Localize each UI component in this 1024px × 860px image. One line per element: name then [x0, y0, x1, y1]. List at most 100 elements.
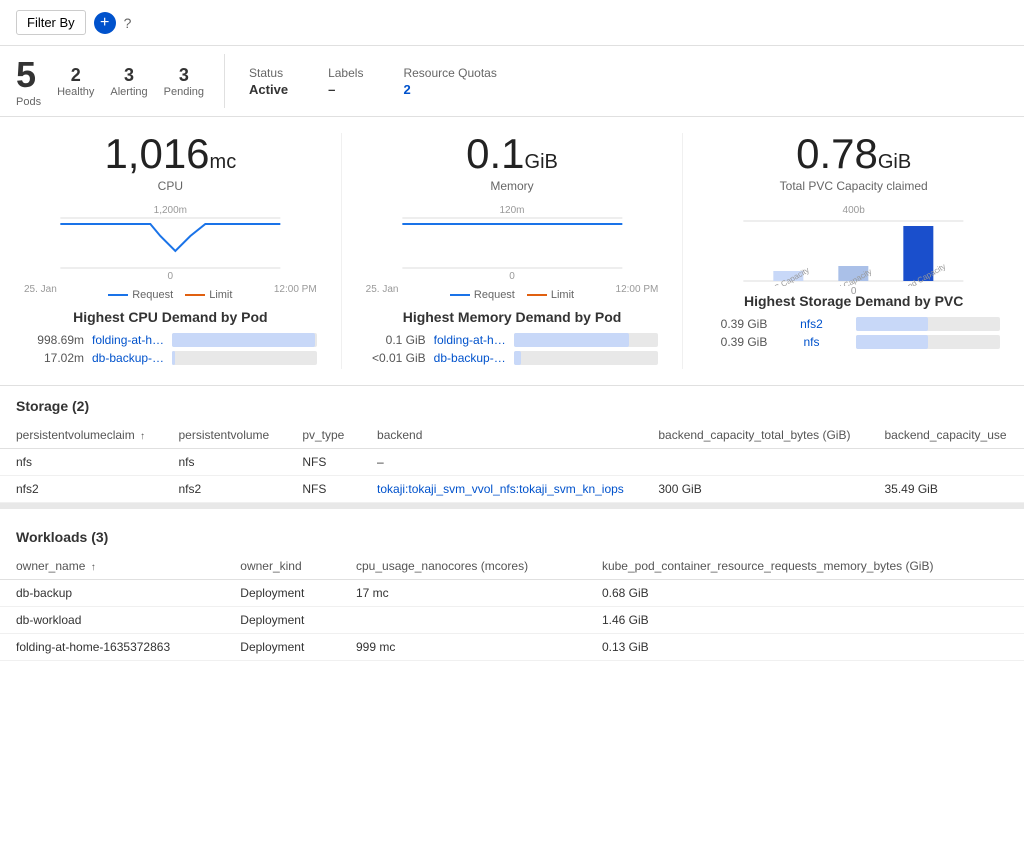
workload-row-2: folding-at-home-1635372863 Deployment 99…: [0, 634, 1024, 661]
filter-by-button[interactable]: Filter By: [16, 10, 86, 35]
labels-meta: Labels –: [328, 66, 363, 97]
storage-label: Total PVC Capacity claimed: [707, 179, 1000, 193]
col-usage[interactable]: backend_capacity_use: [868, 422, 1024, 449]
pending-count: 3: [164, 65, 204, 86]
pods-count-block: 5 Pods: [16, 54, 41, 108]
labels-value: –: [328, 82, 363, 97]
metrics-section: 1,016mc CPU 1,200m 0 25. Jan 12:00 PM Re…: [0, 117, 1024, 386]
status-value: Active: [249, 82, 288, 97]
pods-count: 5: [16, 54, 41, 96]
cpu-time-labels: 25. Jan 12:00 PM: [24, 284, 317, 295]
quotas-meta: Resource Quotas 2: [403, 66, 496, 97]
cpu-demand-row-0: 998.69m folding-at-home-16353…: [24, 333, 317, 347]
cpu-chart: 1,200m 0 25. Jan 12:00 PM: [24, 205, 317, 285]
summary-bar: 5 Pods 2 Healthy 3 Alerting 3 Pending St…: [0, 46, 1024, 117]
storage-demand-row-1: 0.39 GiB nfs: [707, 335, 1000, 349]
col-owner-kind[interactable]: owner_kind: [224, 553, 340, 580]
workload-mem-2: 0.13 GiB: [586, 634, 1024, 661]
status-label: Status: [249, 66, 288, 80]
pv-name-1: nfs2: [163, 476, 287, 503]
capacity-1: 300 GiB: [642, 476, 868, 503]
col-pv[interactable]: persistentvolume: [163, 422, 287, 449]
col-pvc[interactable]: persistentvolumeclaim ↑: [0, 422, 163, 449]
storage-y-top: 400b: [707, 205, 1000, 216]
memory-time-labels: 25. Jan 12:00 PM: [366, 284, 659, 295]
pending-stat: 3 Pending: [164, 65, 204, 98]
col-backend[interactable]: backend: [361, 422, 642, 449]
pvc-name-0: nfs: [0, 449, 163, 476]
top-bar: Filter By + ?: [0, 0, 1024, 46]
storage-row-0: nfs nfs NFS –: [0, 449, 1024, 476]
workload-name-1: db-workload: [0, 607, 224, 634]
pods-summary: 5 Pods 2 Healthy 3 Alerting 3 Pending: [16, 54, 225, 108]
alerting-label: Alerting: [110, 86, 147, 98]
workload-mem-0: 0.68 GiB: [586, 580, 1024, 607]
pvtype-1: NFS: [286, 476, 361, 503]
cpu-label: CPU: [24, 179, 317, 193]
svg-text:PVC Capacity: PVC Capacity: [764, 265, 812, 286]
capacity-0: [642, 449, 868, 476]
meta-items: Status Active Labels – Resource Quotas 2: [249, 54, 497, 108]
col-memory-usage[interactable]: kube_pod_container_resource_requests_mem…: [586, 553, 1024, 580]
healthy-stat: 2 Healthy: [57, 65, 94, 98]
help-button[interactable]: ?: [124, 15, 132, 31]
col-cpu-usage[interactable]: cpu_usage_nanocores (mcores): [340, 553, 586, 580]
scrollbar[interactable]: [0, 503, 1024, 509]
memory-demand-row-0: 0.1 GiB folding-at-home-16353…: [366, 333, 659, 347]
pv-name-0: nfs: [163, 449, 287, 476]
workload-kind-1: Deployment: [224, 607, 340, 634]
quotas-label: Resource Quotas: [403, 66, 496, 80]
memory-demand-title: Highest Memory Demand by Pod: [366, 309, 659, 325]
workload-name-0: db-backup: [0, 580, 224, 607]
backend-0: –: [361, 449, 642, 476]
healthy-label: Healthy: [57, 86, 94, 98]
memory-y-top: 120m: [366, 205, 659, 216]
pvtype-0: NFS: [286, 449, 361, 476]
storage-table: persistentvolumeclaim ↑ persistentvolume…: [0, 422, 1024, 503]
cpu-demand-title: Highest CPU Demand by Pod: [24, 309, 317, 325]
cpu-demand: Highest CPU Demand by Pod 998.69m foldin…: [24, 309, 317, 365]
col-owner-name[interactable]: owner_name ↑: [0, 553, 224, 580]
pods-label: Pods: [16, 96, 41, 108]
storage-section-title: Storage (2): [0, 386, 1024, 422]
workload-row-1: db-workload Deployment 1.46 GiB: [0, 607, 1024, 634]
workloads-table: owner_name ↑ owner_kind cpu_usage_nanoco…: [0, 553, 1024, 661]
memory-metric: 0.1GiB Memory 120m 0 25. Jan 12:00 PM Re…: [342, 133, 684, 369]
status-meta: Status Active: [249, 66, 288, 97]
pending-label: Pending: [164, 86, 204, 98]
cpu-metric: 1,016mc CPU 1,200m 0 25. Jan 12:00 PM Re…: [0, 133, 342, 369]
backend-1[interactable]: tokaji:tokaji_svm_vvol_nfs:tokaji_svm_kn…: [361, 476, 642, 503]
add-filter-button[interactable]: +: [94, 12, 116, 34]
usage-0: [868, 449, 1024, 476]
alerting-stat: 3 Alerting: [110, 65, 147, 98]
usage-1: 35.49 GiB: [868, 476, 1024, 503]
memory-demand-row-1: <0.01 GiB db-backup-85447c776…: [366, 351, 659, 365]
storage-y-bottom: 0: [707, 286, 1000, 297]
quotas-value[interactable]: 2: [403, 82, 496, 97]
storage-demand-row-0: 0.39 GiB nfs2: [707, 317, 1000, 331]
cpu-y-bottom: 0: [24, 271, 317, 282]
storage-value: 0.78GiB: [707, 133, 1000, 175]
col-pvtype[interactable]: pv_type: [286, 422, 361, 449]
memory-y-bottom: 0: [366, 271, 659, 282]
workloads-section-title: Workloads (3): [0, 517, 1024, 553]
cpu-y-top: 1,200m: [24, 205, 317, 216]
pvc-name-1: nfs2: [0, 476, 163, 503]
workload-cpu-1: [340, 607, 586, 634]
memory-label: Memory: [366, 179, 659, 193]
storage-row-1: nfs2 nfs2 NFS tokaji:tokaji_svm_vvol_nfs…: [0, 476, 1024, 503]
col-capacity[interactable]: backend_capacity_total_bytes (GiB): [642, 422, 868, 449]
workloads-section: Workloads (3) owner_name ↑ owner_kind cp…: [0, 517, 1024, 661]
workload-cpu-0: 17 mc: [340, 580, 586, 607]
workload-row-0: db-backup Deployment 17 mc 0.68 GiB: [0, 580, 1024, 607]
workload-kind-2: Deployment: [224, 634, 340, 661]
memory-value: 0.1GiB: [366, 133, 659, 175]
workload-cpu-2: 999 mc: [340, 634, 586, 661]
workload-mem-1: 1.46 GiB: [586, 607, 1024, 634]
storage-metric: 0.78GiB Total PVC Capacity claimed 400b …: [683, 133, 1024, 369]
alerting-count: 3: [110, 65, 147, 86]
memory-demand: Highest Memory Demand by Pod 0.1 GiB fol…: [366, 309, 659, 365]
workload-kind-0: Deployment: [224, 580, 340, 607]
memory-chart: 120m 0 25. Jan 12:00 PM: [366, 205, 659, 285]
cpu-demand-row-1: 17.02m db-backup-85447c7767…: [24, 351, 317, 365]
